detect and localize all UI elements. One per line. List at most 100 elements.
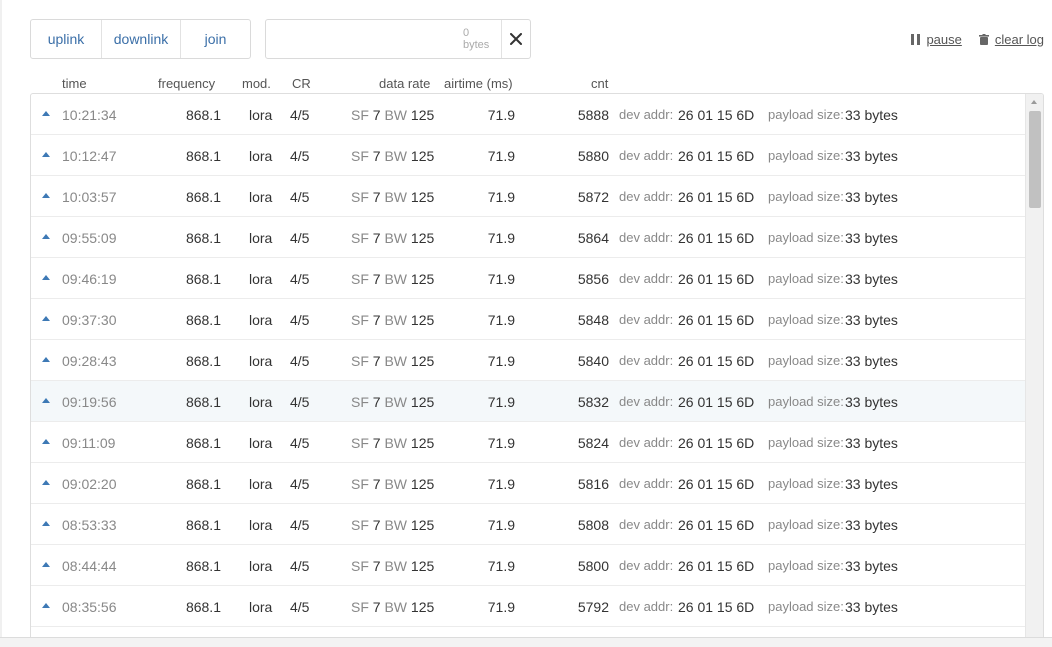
- dev-addr-label: dev addr:: [619, 107, 674, 122]
- table-row[interactable]: 09:28:43 868.1 lora 4/5 71.9 5840 26 01 15 6D 3…: [31, 340, 1025, 381]
- cell-modulation: lora: [249, 599, 273, 615]
- column-header-airtime: airtime (ms): [444, 76, 513, 91]
- byte-count: 0 bytes: [463, 27, 490, 51]
- column-header-coding-rate: CR: [292, 76, 311, 91]
- cell-coding-rate: 4/5: [290, 517, 310, 533]
- cell-dev-addr: 26 01 15 6D: [678, 599, 755, 615]
- cell-coding-rate: 4/5: [290, 394, 310, 410]
- cell-time: 08:44:44: [62, 558, 117, 574]
- bw-value: 125: [410, 271, 435, 287]
- cell-count: 5888: [577, 107, 609, 123]
- bw-value: 125: [410, 312, 435, 328]
- uplink-arrow-icon: [42, 521, 50, 526]
- uplink-arrow-icon: [42, 152, 50, 157]
- cell-airtime: 71.9: [487, 271, 515, 287]
- cell-count: 5792: [577, 599, 609, 615]
- sf-value: 7: [372, 476, 381, 492]
- sf-value: 7: [372, 148, 381, 164]
- sf-value: 7: [372, 394, 381, 410]
- filter-downlink-button[interactable]: downlink: [101, 20, 180, 58]
- trash-icon: [978, 34, 989, 45]
- table-row[interactable]: 08:35:56 868.1 lora 4/5 71.9 5792 26 01 15 6D 3…: [31, 586, 1025, 627]
- traffic-log-table[interactable]: 08:35:56 868.1 lora 4/5 71.9 5792 26 01 15 6D 3…: [30, 93, 1044, 647]
- cell-coding-rate: 4/5: [290, 189, 310, 205]
- pause-icon: [911, 34, 921, 45]
- scroll-up-icon[interactable]: [1031, 100, 1037, 104]
- bw-label: BW: [384, 558, 408, 574]
- bw-label: BW: [384, 599, 408, 615]
- cell-time: 08:35:56: [62, 599, 117, 615]
- cell-frequency: 868.1: [185, 148, 221, 164]
- cell-payload-size: 33 bytes: [845, 107, 898, 123]
- cell-coding-rate: 4/5: [290, 599, 310, 615]
- cell-payload-size: 33 bytes: [845, 230, 898, 246]
- clear-log-label: clear log: [994, 32, 1044, 47]
- uplink-arrow-icon: [42, 111, 50, 116]
- cell-coding-rate: 4/5: [290, 435, 310, 451]
- cell-airtime: 71.9: [487, 517, 515, 533]
- cell-data-rate: SF 7 BW 125: [351, 340, 434, 380]
- cell-airtime: 71.9: [487, 189, 515, 205]
- filter-join-button[interactable]: join: [180, 20, 250, 58]
- table-row[interactable]: 09:11:09 868.1 lora 4/5 71.9 5824 26 01 15 6D 3…: [31, 422, 1025, 463]
- cell-time: 10:12:47: [62, 148, 117, 164]
- cell-count: 5856: [577, 271, 609, 287]
- sf-label: SF: [351, 558, 369, 574]
- table-row[interactable]: 09:02:20 868.1 lora 4/5 71.9 5816 26 01 15 6D 3…: [31, 463, 1025, 504]
- uplink-arrow-icon: [42, 193, 50, 198]
- sf-label: SF: [351, 230, 369, 246]
- cell-payload-size: 33 bytes: [845, 435, 898, 451]
- cell-frequency: 868.1: [185, 517, 221, 533]
- scroll-thumb[interactable]: [1029, 111, 1041, 208]
- table-row[interactable]: 09:37:30 868.1 lora 4/5 71.9 5848 26 01 15 6D 3…: [31, 299, 1025, 340]
- cell-airtime: 71.9: [487, 312, 515, 328]
- table-row[interactable]: 09:19:56 868.1 lora 4/5 71.9 5832 26 01 15 6D 3…: [31, 381, 1025, 422]
- table-row[interactable]: 09:55:09 868.1 lora 4/5 71.9 5864 26 01 15 6D 3…: [31, 217, 1025, 258]
- cell-count: 5824: [577, 435, 609, 451]
- cell-time: 09:46:19: [62, 271, 117, 287]
- cell-payload-size: 33 bytes: [845, 394, 898, 410]
- cell-modulation: lora: [249, 148, 273, 164]
- cell-time: 09:37:30: [62, 312, 117, 328]
- cell-time: 09:02:20: [62, 476, 117, 492]
- cell-airtime: 71.9: [487, 599, 515, 615]
- filter-uplink-button[interactable]: uplink: [31, 20, 101, 58]
- uplink-arrow-icon: [42, 603, 50, 608]
- cell-airtime: 71.9: [487, 230, 515, 246]
- table-row[interactable]: 10:12:47 868.1 lora 4/5 71.9 5880 26 01 15 6D 3…: [31, 135, 1025, 176]
- table-row[interactable]: 10:03:57 868.1 lora 4/5 71.9 5872 26 01 15 6D 3…: [31, 176, 1025, 217]
- uplink-arrow-icon: [42, 562, 50, 567]
- log-actions: pause clear log: [911, 32, 1044, 47]
- clear-search-button[interactable]: [501, 20, 530, 58]
- search-input[interactable]: [266, 20, 463, 58]
- cell-airtime: 71.9: [487, 435, 515, 451]
- page-left-edge: [0, 0, 2, 647]
- bw-label: BW: [384, 312, 408, 328]
- cell-dev-addr: 26 01 15 6D: [678, 476, 755, 492]
- dev-addr-label: dev addr:: [619, 353, 674, 368]
- table-row[interactable]: 10:21:34 868.1 lora 4/5 71.9 5888 26 01 15 6D 3…: [31, 94, 1025, 135]
- bw-label: BW: [384, 271, 408, 287]
- cell-airtime: 71.9: [487, 558, 515, 574]
- cell-coding-rate: 4/5: [290, 148, 310, 164]
- horizontal-scrollbar[interactable]: [0, 637, 1052, 647]
- cell-time: 08:53:33: [62, 517, 117, 533]
- dev-addr-label: dev addr:: [619, 476, 674, 491]
- bw-value: 125: [410, 476, 435, 492]
- pause-button[interactable]: pause: [911, 32, 962, 47]
- sf-label: SF: [351, 148, 369, 164]
- cell-payload-size: 33 bytes: [845, 476, 898, 492]
- table-row[interactable]: 09:46:19 868.1 lora 4/5 71.9 5856 26 01 15 6D 3…: [31, 258, 1025, 299]
- cell-count: 5872: [577, 189, 609, 205]
- cell-dev-addr: 26 01 15 6D: [678, 312, 755, 328]
- clear-log-button[interactable]: clear log: [978, 32, 1044, 47]
- cell-airtime: 71.9: [487, 476, 515, 492]
- table-row[interactable]: 08:53:33 868.1 lora 4/5 71.9 5808 26 01 15 6D 3…: [31, 504, 1025, 545]
- cell-data-rate: SF 7 BW 125: [351, 258, 434, 298]
- bw-value: 125: [410, 148, 435, 164]
- table-scrollbar[interactable]: [1025, 94, 1043, 647]
- uplink-arrow-icon: [42, 480, 50, 485]
- table-row[interactable]: 08:44:44 868.1 lora 4/5 71.9 5800 26 01 15 6D 3…: [31, 545, 1025, 586]
- cell-modulation: lora: [249, 476, 273, 492]
- payload-size-label: payload size:: [768, 230, 844, 245]
